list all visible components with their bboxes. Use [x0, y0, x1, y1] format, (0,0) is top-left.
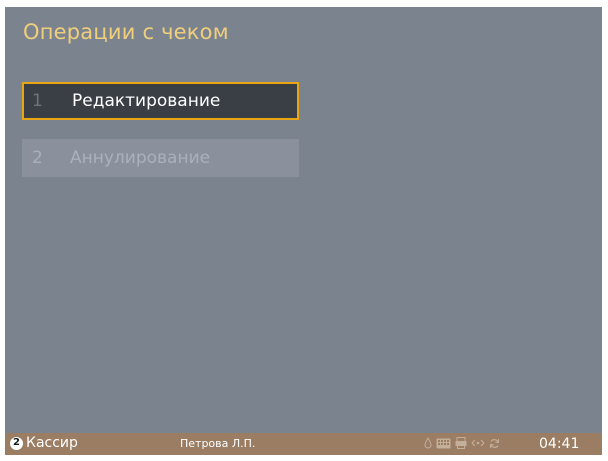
- printer-icon: [455, 437, 467, 449]
- role-number-badge: 2: [10, 436, 23, 450]
- network-icon: [471, 438, 485, 448]
- keyboard-icon: [436, 438, 451, 449]
- pos-screen: Операции с чеком 1 Редактирование 2 Анну…: [5, 7, 602, 455]
- menu-item-number: 1: [32, 91, 43, 111]
- menu-item-number: 2: [32, 148, 43, 168]
- status-bar: 2 Кассир Петрова Л.П. 04:41: [5, 433, 602, 455]
- status-icons: [424, 437, 500, 449]
- menu-item-label: Редактирование: [72, 91, 221, 111]
- menu-item-label: Аннулирование: [70, 148, 211, 168]
- user-name: Петрова Л.П.: [180, 437, 256, 450]
- drop-icon: [424, 437, 432, 449]
- menu-item-edit[interactable]: 1 Редактирование: [22, 82, 299, 120]
- clock: 04:41: [539, 436, 580, 452]
- page-title: Операции с чеком: [23, 20, 229, 44]
- role-indicator: 2 Кассир: [10, 435, 78, 451]
- role-label: Кассир: [26, 435, 78, 451]
- menu-item-cancel[interactable]: 2 Аннулирование: [22, 139, 299, 177]
- sync-icon: [489, 438, 500, 449]
